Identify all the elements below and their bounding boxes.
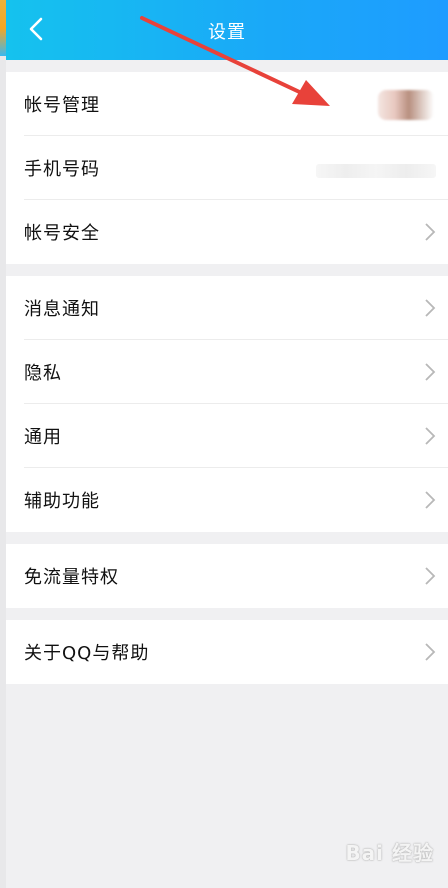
avatar <box>378 90 434 120</box>
row-label: 帐号管理 <box>24 95 100 116</box>
chevron-right-icon <box>425 363 436 381</box>
row-label: 免流量特权 <box>24 567 119 588</box>
row-label: 消息通知 <box>24 299 100 320</box>
privacy-row[interactable]: 隐私 <box>6 340 448 404</box>
about-help-row[interactable]: 关于QQ与帮助 <box>6 620 448 684</box>
chevron-right-icon <box>425 643 436 661</box>
row-label: 帐号安全 <box>24 223 100 244</box>
phone-value-blurred <box>316 164 436 178</box>
general-section: 消息通知 隐私 通用 辅助功能 <box>6 276 448 532</box>
row-label: 辅助功能 <box>24 491 100 512</box>
notifications-row[interactable]: 消息通知 <box>6 276 448 340</box>
general-row[interactable]: 通用 <box>6 404 448 468</box>
accessibility-row[interactable]: 辅助功能 <box>6 468 448 532</box>
watermark-logo: Bai 经验 <box>345 841 434 865</box>
row-label: 隐私 <box>24 363 62 384</box>
data-privilege-section: 免流量特权 <box>6 544 448 608</box>
chevron-right-icon <box>425 299 436 317</box>
row-label: 关于QQ与帮助 <box>24 643 150 664</box>
account-management-row[interactable]: 帐号管理 <box>6 72 448 136</box>
chevron-right-icon <box>425 491 436 509</box>
account-security-row[interactable]: 帐号安全 <box>6 200 448 264</box>
phone-number-row[interactable]: 手机号码 <box>6 136 448 200</box>
settings-list: 帐号管理 手机号码 帐号安全 消息通知 隐私 通用 辅助功能 免流量特权 关于Q… <box>6 60 448 888</box>
chevron-right-icon <box>425 427 436 445</box>
app-header: 设置 <box>6 0 448 60</box>
chevron-right-icon <box>425 223 436 241</box>
chevron-right-icon <box>425 567 436 585</box>
account-section: 帐号管理 手机号码 帐号安全 <box>6 72 448 264</box>
row-label: 通用 <box>24 427 62 448</box>
free-data-privilege-row[interactable]: 免流量特权 <box>6 544 448 608</box>
row-label: 手机号码 <box>24 159 100 180</box>
page-title: 设置 <box>208 22 246 43</box>
about-section: 关于QQ与帮助 <box>6 620 448 684</box>
